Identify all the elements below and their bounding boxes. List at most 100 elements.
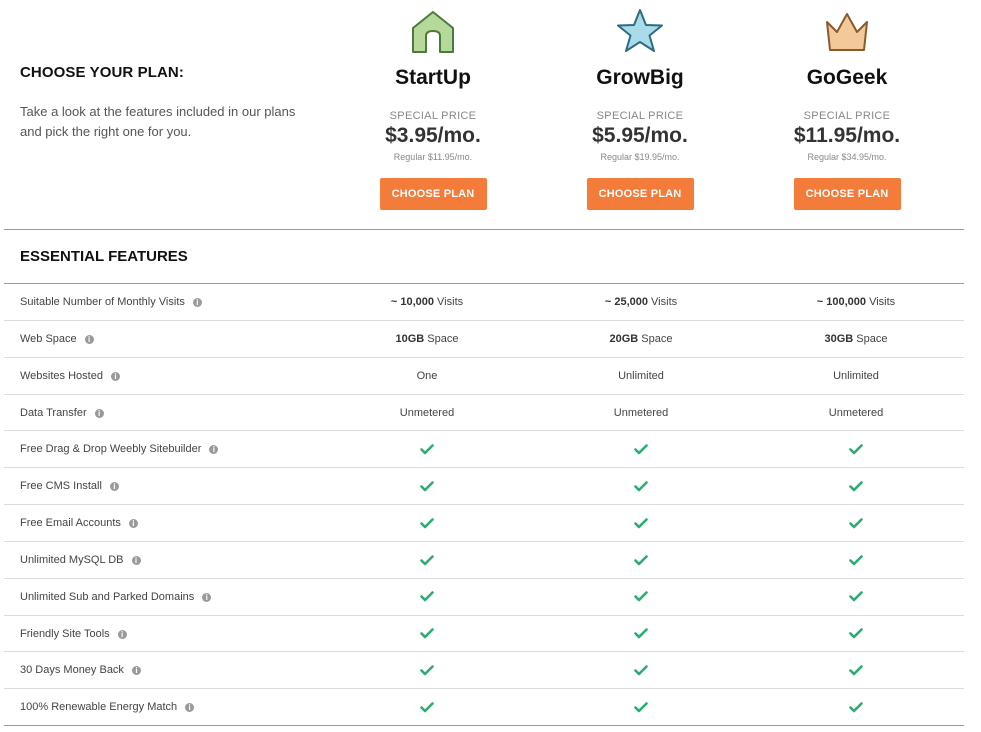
checkmark-icon — [420, 444, 434, 455]
star-icon — [617, 9, 663, 52]
info-icon[interactable]: i — [84, 334, 94, 344]
feature-label: 30 Days Money Back i — [20, 652, 141, 688]
feature-value-text: Unlimited — [618, 369, 664, 382]
feature-label-text: Free CMS Install — [20, 480, 102, 493]
checkmark-icon — [634, 628, 648, 639]
feature-value: 20GB Space — [541, 321, 741, 357]
feature-value: ~ 100,000 Visits — [756, 284, 956, 320]
feature-value — [756, 616, 956, 652]
feature-value-amount: ~ 100,000 — [816, 296, 867, 308]
house-icon — [412, 11, 454, 53]
checkmark-icon — [634, 665, 648, 676]
checkmark-icon — [420, 702, 434, 713]
checkmark-icon — [849, 554, 863, 565]
feature-value: One — [327, 358, 527, 394]
checkmark-icon — [420, 628, 434, 639]
regular-price: Regular $19.95/mo. — [600, 152, 680, 162]
special-price-label: SPECIAL PRICE — [389, 110, 477, 122]
feature-value — [327, 468, 527, 504]
choose-plan-description: Take a look at the features included in … — [20, 104, 296, 139]
plan-name: GrowBig — [596, 66, 684, 89]
feature-label: Websites Hosted i — [20, 358, 120, 394]
special-price-label: SPECIAL PRICE — [596, 110, 684, 122]
feature-value-amount: 30GB — [824, 332, 854, 345]
choose-plan-button[interactable]: CHOOSE PLAN — [379, 178, 487, 210]
feature-value — [541, 579, 741, 615]
feature-label-text: Free Drag & Drop Weebly Sitebuilder — [20, 443, 202, 456]
plan-price: $5.95/mo. — [592, 124, 688, 147]
crown-icon — [826, 13, 868, 51]
feature-value — [327, 505, 527, 541]
feature-label: Unlimited Sub and Parked Domains i — [20, 579, 212, 615]
checkmark-icon — [634, 554, 648, 565]
feature-value — [756, 468, 956, 504]
feature-label-text: 30 Days Money Back — [20, 664, 124, 677]
info-icon[interactable]: i — [109, 482, 119, 492]
info-icon[interactable]: i — [185, 703, 195, 713]
feature-label-text: Data Transfer — [20, 406, 87, 419]
info-icon[interactable]: i — [202, 592, 212, 602]
feature-value-amount: ~ 10,000 — [390, 296, 434, 308]
info-icon[interactable]: i — [110, 371, 120, 381]
table-row: Free CMS Install i — [4, 468, 964, 506]
choose-plan-button[interactable]: CHOOSE PLAN — [793, 178, 901, 210]
plan-price: $11.95/mo. — [793, 124, 901, 147]
feature-value-text: Unmetered — [828, 406, 884, 419]
choose-plan-heading: CHOOSE YOUR PLAN: — [20, 64, 184, 81]
feature-value-amount: 20GB — [609, 332, 639, 345]
feature-value — [756, 542, 956, 578]
checkmark-icon — [420, 517, 434, 528]
feature-label: Suitable Number of Monthly Visits i — [20, 284, 202, 320]
feature-value — [541, 505, 741, 541]
plan-startup: StartUp SPECIAL PRICE $3.95/mo. Regular … — [333, 8, 533, 210]
feature-label-text: Unlimited MySQL DB — [20, 553, 124, 566]
feature-value: 30GB Space — [756, 321, 956, 357]
feature-value — [541, 689, 741, 725]
feature-value-unit: Space — [424, 332, 459, 345]
header-divider — [4, 229, 964, 230]
info-icon[interactable]: i — [192, 298, 202, 307]
choose-plan-button[interactable]: CHOOSE PLAN — [586, 178, 694, 210]
regular-price: Regular $11.95/mo. — [393, 152, 473, 162]
feature-value-amount: 10GB — [395, 332, 425, 345]
feature-value-unit: Visits — [433, 296, 464, 308]
table-row: Web Space i 10GB Space 20GB Space 30GB Space — [4, 321, 964, 358]
info-icon[interactable]: i — [128, 519, 138, 529]
feature-label-text: Websites Hosted — [20, 369, 103, 382]
table-row: Unlimited Sub and Parked Domains i — [4, 579, 964, 616]
feature-label: Web Space i — [20, 321, 94, 357]
info-icon[interactable]: i — [131, 555, 141, 565]
feature-value — [541, 431, 741, 467]
feature-value — [327, 431, 527, 467]
feature-value: Unlimited — [756, 358, 956, 394]
table-row: Friendly Site Tools i — [4, 616, 964, 653]
special-price-label: SPECIAL PRICE — [803, 110, 891, 122]
plan-growbig: GrowBig SPECIAL PRICE $5.95/mo. Regular … — [540, 8, 740, 210]
table-row: Suitable Number of Monthly Visits i ~ 10,0… — [4, 284, 964, 321]
feature-label: Unlimited MySQL DB i — [20, 542, 141, 578]
info-icon[interactable]: i — [131, 666, 141, 676]
info-icon[interactable]: i — [209, 445, 219, 455]
feature-value — [756, 652, 956, 688]
features-table: Suitable Number of Monthly Visits i ~ 10,0… — [4, 284, 964, 727]
info-icon[interactable]: i — [117, 629, 127, 639]
feature-value — [541, 468, 741, 504]
table-row: Data Transfer i Unmetered Unmetered Unmetere… — [4, 395, 964, 432]
feature-value: 10GB Space — [327, 321, 527, 357]
checkmark-icon — [849, 665, 863, 676]
feature-value — [327, 616, 527, 652]
plans-header: CHOOSE YOUR PLAN: Take a look at the fea… — [0, 0, 981, 230]
essential-features-heading: ESSENTIAL FEATURES — [20, 248, 188, 265]
table-row: Unlimited MySQL DB i — [4, 542, 964, 579]
feature-value-unit: Visits — [866, 296, 896, 308]
feature-label-text: Free Email Accounts — [20, 517, 121, 530]
info-icon[interactable]: i — [94, 408, 104, 418]
feature-value — [541, 616, 741, 652]
feature-value: Unmetered — [327, 395, 527, 431]
checkmark-icon — [849, 444, 863, 455]
feature-label: Data Transfer i — [20, 395, 104, 431]
table-row: Free Drag & Drop Weebly Sitebuilder i — [4, 431, 964, 469]
feature-value — [327, 579, 527, 615]
checkmark-icon — [634, 517, 648, 528]
checkmark-icon — [420, 481, 434, 492]
